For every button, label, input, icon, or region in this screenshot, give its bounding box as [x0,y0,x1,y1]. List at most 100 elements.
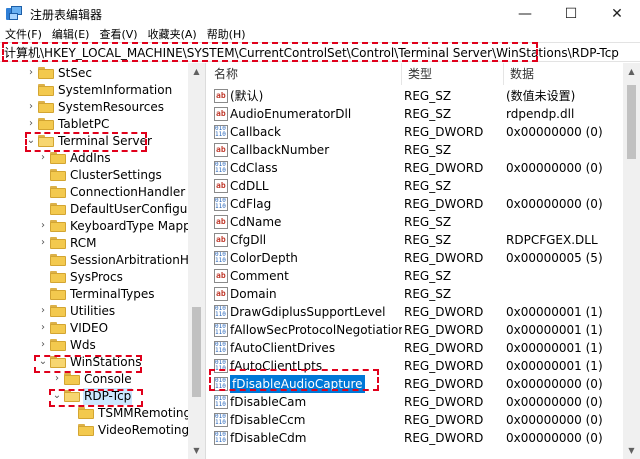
value-name[interactable]: AudioEnumeratorDll [230,105,402,123]
expand-right-icon[interactable]: › [38,338,48,352]
value-name[interactable]: fDisableCdm [230,429,402,447]
tree-item[interactable]: VideoRemotingWi [0,422,204,439]
value-row[interactable]: fAutoClientDrivesREG_DWORD 0x00000001 (1) [208,339,628,357]
menu-edit[interactable]: 编辑(E) [47,28,95,42]
value-name[interactable]: CdDLL [230,177,402,195]
value-row[interactable]: CdNameREG_SZ [208,213,628,231]
tree-item-label[interactable]: RDP-Tcp [83,388,133,405]
value-row[interactable]: (默认)REG_SZ (数值未设置) [208,87,628,105]
expand-right-icon[interactable]: › [52,372,62,386]
value-name[interactable]: CdName [230,213,402,231]
tree-item[interactable]: TerminalTypes [0,286,200,303]
tree-item-label[interactable]: VIDEO [69,320,109,337]
value-name[interactable]: fDisableCcm [230,411,402,429]
expand-right-icon[interactable]: › [38,236,48,250]
scroll-up-icon[interactable]: ▲ [188,63,205,80]
expand-right-icon[interactable]: › [26,100,36,114]
tree-item-label[interactable]: ClusterSettings [69,167,163,184]
column-data[interactable]: 数据 [504,63,624,85]
menu-favorites[interactable]: 收藏夹(A) [143,28,202,42]
tree-item-label[interactable]: SystemInformation [57,82,173,99]
tree-item[interactable]: › StSec [0,65,200,82]
close-button[interactable]: ✕ [594,0,640,28]
value-row[interactable]: CfgDllREG_SZ RDPCFGEX.DLL [208,231,628,249]
tree-item-label[interactable]: Utilities [69,303,116,320]
value-name[interactable]: ColorDepth [230,249,402,267]
scroll-up-icon[interactable]: ▲ [623,63,640,80]
tree-item[interactable]: › VIDEO [0,320,200,337]
tree-item[interactable]: › KeyboardType Mapping [0,218,205,235]
expand-down-icon[interactable]: ⌄ [52,389,62,403]
value-name[interactable]: Domain [230,285,402,303]
value-row[interactable]: fAutoClientLptsREG_DWORD 0x00000001 (1) [208,357,628,375]
value-row[interactable]: fDisableCamREG_DWORD 0x00000000 (0) [208,393,628,411]
tree-item[interactable]: SysProcs [0,269,200,286]
expand-down-icon[interactable]: ⌄ [26,134,36,148]
value-row[interactable]: fDisableCdmREG_DWORD 0x00000000 (0) [208,429,628,447]
value-list[interactable]: 名称 类型 数据 (默认)REG_SZ(数值未设置)AudioEnumerato… [208,63,640,459]
column-name[interactable]: 名称 [208,63,402,85]
tree-item-label[interactable]: WinStations [69,354,142,371]
tree-item-label[interactable]: Console [83,371,133,388]
tree-item[interactable]: SystemInformation [0,82,200,99]
expand-right-icon[interactable]: › [38,151,48,165]
expand-down-icon[interactable]: ⌄ [38,355,48,369]
value-name[interactable]: Comment [230,267,402,285]
value-row[interactable]: AudioEnumeratorDllREG_SZ rdpendp.dll [208,105,628,123]
value-name[interactable]: DrawGdiplusSupportLevel [230,303,402,321]
value-row[interactable]: CallbackREG_DWORD 0x00000000 (0) [208,123,628,141]
scroll-down-icon[interactable]: ▼ [623,442,640,459]
tree-item[interactable]: ⌄ WinStations [0,354,200,371]
expand-right-icon[interactable]: › [38,304,48,318]
value-name[interactable]: fAutoClientLpts [230,357,402,375]
value-name[interactable]: (默认) [230,87,402,105]
value-name[interactable]: fAutoClientDrives [230,339,402,357]
value-name[interactable]: CdClass [230,159,402,177]
value-name[interactable]: fAllowSecProtocolNegotiation [230,321,402,339]
tree-item[interactable]: › Wds [0,337,200,354]
address-path[interactable]: 计算机\HKEY_LOCAL_MACHINE\SYSTEM\CurrentCon… [4,45,619,61]
value-row[interactable]: DomainREG_SZ [208,285,628,303]
tree-item-label[interactable]: Terminal Server [57,133,153,150]
expand-right-icon[interactable]: › [26,117,36,131]
list-scroll-thumb[interactable] [627,85,636,159]
value-name[interactable]: Callback [230,123,402,141]
tree-item[interactable]: SessionArbitrationHelpe [0,252,205,269]
tree-item[interactable]: › RCM [0,235,200,252]
tree-item-label[interactable]: RCM [69,235,97,252]
tree-item-label[interactable]: KeyboardType Mapping [69,218,205,235]
tree-item-label[interactable]: SystemResources [57,99,165,116]
tree-item-label[interactable]: TabletPC [57,116,110,133]
value-row[interactable]: CdFlagREG_DWORD 0x00000000 (0) [208,195,628,213]
address-bar[interactable]: 计算机\HKEY_LOCAL_MACHINE\SYSTEM\CurrentCon… [0,42,640,62]
tree-item[interactable]: ConnectionHandler [0,184,200,201]
menu-file[interactable]: 文件(F) [0,28,47,42]
tree-item[interactable]: › AddIns [0,150,200,167]
tree-item-label[interactable]: SysProcs [69,269,124,286]
tree-item-label[interactable]: Wds [69,337,97,354]
value-name[interactable]: fDisableCam [230,393,402,411]
tree-item-label[interactable]: TerminalTypes [69,286,156,303]
value-row[interactable]: fDisableCcmREG_DWORD 0x00000000 (0) [208,411,628,429]
tree-item-label[interactable]: DefaultUserConfiguratio [69,201,205,218]
expand-right-icon[interactable]: › [38,321,48,335]
tree-item[interactable]: › Console [0,371,200,388]
value-name[interactable]: CfgDll [230,231,402,249]
tree-item[interactable]: ClusterSettings [0,167,200,184]
value-row[interactable]: fAllowSecProtocolNegotiationREG_DWORD 0x0… [208,321,628,339]
value-name[interactable]: fDisableAudioCapture [230,375,365,393]
tree-item[interactable]: DefaultUserConfiguratio [0,201,205,218]
value-row[interactable]: CommentREG_SZ [208,267,628,285]
maximize-button[interactable]: ☐ [548,0,594,28]
list-scrollbar[interactable]: ▲ ▼ [623,63,640,459]
tree-item-label[interactable]: AddIns [69,150,112,167]
column-type[interactable]: 类型 [402,63,504,85]
tree-scroll-thumb[interactable] [192,307,201,397]
value-row[interactable]: ColorDepthREG_DWORD 0x00000005 (5) [208,249,628,267]
value-name[interactable]: CallbackNumber [230,141,402,159]
tree-item-label[interactable]: SessionArbitrationHelpe [69,252,205,269]
tree-item[interactable]: ⌄ Terminal Server [0,133,200,150]
tree-item[interactable]: › Utilities [0,303,200,320]
tree-item[interactable]: TSMMRemotingAl [0,405,203,422]
tree-item[interactable]: ⌄ RDP-Tcp [0,388,200,405]
